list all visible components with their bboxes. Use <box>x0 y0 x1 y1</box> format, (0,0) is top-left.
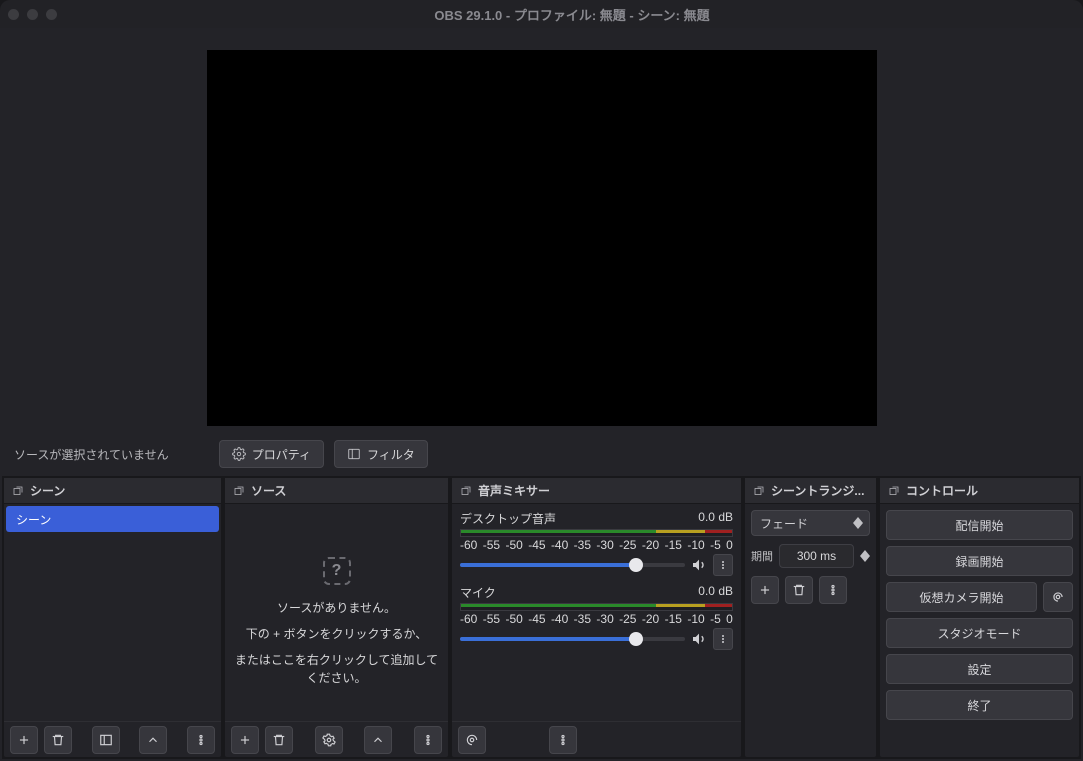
sources-header[interactable]: ソース <box>225 478 448 504</box>
remove-source-button[interactable] <box>265 726 293 754</box>
channel-level: 0.0 dB <box>698 584 733 601</box>
preview-canvas[interactable] <box>207 50 877 426</box>
stepper-icon <box>851 517 865 529</box>
source-more-button[interactable] <box>414 726 442 754</box>
channel-name: マイク <box>460 584 496 601</box>
mixer-channel-mic: マイク 0.0 dB -60-55-50-45-40-35-30-25-20-1… <box>452 578 741 652</box>
transition-select[interactable]: フェード <box>751 510 870 536</box>
popout-icon <box>233 485 245 497</box>
controls-dock: コントロール 配信開始 録画開始 仮想カメラ開始 スタジオモード 設定 終了 <box>880 478 1079 757</box>
no-source-label: ソースが選択されていません <box>14 446 169 463</box>
filters-icon <box>347 447 361 461</box>
docks: シーン シーン ソース <box>2 476 1081 759</box>
transitions-header[interactable]: シーントランジ... <box>745 478 876 504</box>
duration-input[interactable]: 300 ms <box>779 544 854 568</box>
volume-slider[interactable] <box>460 637 685 641</box>
transition-more-button[interactable] <box>819 576 847 604</box>
mixer-footer <box>452 721 741 757</box>
scenes-header[interactable]: シーン <box>4 478 221 504</box>
gear-icon <box>1051 590 1065 604</box>
window-controls <box>8 9 57 20</box>
scene-more-button[interactable] <box>187 726 215 754</box>
remove-scene-button[interactable] <box>44 726 72 754</box>
meter-ticks: -60-55-50-45-40-35-30-25-20-15-10-50 <box>460 612 733 626</box>
properties-button[interactable]: プロパティ <box>219 440 324 468</box>
scene-item[interactable]: シーン <box>6 506 219 532</box>
scenes-footer <box>4 721 221 757</box>
popout-icon <box>460 485 472 497</box>
popout-icon <box>888 485 900 497</box>
gear-icon <box>232 447 246 461</box>
channel-level: 0.0 dB <box>698 510 733 527</box>
mixer-dock: 音声ミキサー デスクトップ音声 0.0 dB -60-55-50-45-40-3… <box>452 478 741 757</box>
level-meter <box>460 529 733 537</box>
duration-label: 期間 <box>751 548 773 564</box>
add-source-button[interactable] <box>231 726 259 754</box>
mixer-more-button[interactable] <box>549 726 577 754</box>
speaker-icon[interactable] <box>691 557 707 573</box>
main-content: ソースが選択されていません プロパティ フィルタ シーン シーン <box>0 28 1083 761</box>
window-title: OBS 29.1.0 - プロファイル: 無題 - シーン: 無題 <box>69 5 1075 24</box>
question-icon: ? <box>323 557 351 585</box>
speaker-icon[interactable] <box>691 631 707 647</box>
virtual-camera-settings-button[interactable] <box>1043 582 1073 612</box>
start-recording-button[interactable]: 録画開始 <box>886 546 1073 576</box>
scene-up-button[interactable] <box>139 726 167 754</box>
scenes-dock: シーン シーン <box>4 478 221 757</box>
channel-name: デスクトップ音声 <box>460 510 556 527</box>
meter-ticks: -60-55-50-45-40-35-30-25-20-15-10-50 <box>460 538 733 552</box>
channel-menu-button[interactable] <box>713 554 733 576</box>
transitions-body: フェード 期間 300 ms <box>745 504 876 610</box>
volume-slider[interactable] <box>460 563 685 567</box>
transitions-dock: シーントランジ... フェード 期間 300 ms <box>745 478 876 757</box>
source-properties-button[interactable] <box>315 726 343 754</box>
exit-button[interactable]: 終了 <box>886 690 1073 720</box>
sources-footer <box>225 721 448 757</box>
scene-filter-button[interactable] <box>92 726 120 754</box>
close-window-button[interactable] <box>8 9 19 20</box>
zoom-window-button[interactable] <box>46 9 57 20</box>
preview-area <box>2 30 1081 434</box>
level-meter <box>460 603 733 611</box>
controls-body: 配信開始 録画開始 仮想カメラ開始 スタジオモード 設定 終了 <box>880 504 1079 726</box>
virtual-camera-button[interactable]: 仮想カメラ開始 <box>886 582 1037 612</box>
source-toolbar: ソースが選択されていません プロパティ フィルタ <box>2 432 1081 476</box>
mixer-header[interactable]: 音声ミキサー <box>452 478 741 504</box>
studio-mode-button[interactable]: スタジオモード <box>886 618 1073 648</box>
sources-list[interactable]: ? ソースがありません。 下の + ボタンをクリックするか、 またはここを右クリ… <box>225 504 448 721</box>
titlebar: OBS 29.1.0 - プロファイル: 無題 - シーン: 無題 <box>0 0 1083 28</box>
source-up-button[interactable] <box>364 726 392 754</box>
popout-icon <box>753 485 765 497</box>
mixer-settings-button[interactable] <box>458 726 486 754</box>
mixer-body: デスクトップ音声 0.0 dB -60-55-50-45-40-35-30-25… <box>452 504 741 721</box>
sources-empty: ? ソースがありません。 下の + ボタンをクリックするか、 またはここを右クリ… <box>225 504 448 721</box>
sources-dock: ソース ? ソースがありません。 下の + ボタンをクリックするか、 またはここ… <box>225 478 448 757</box>
popout-icon <box>12 485 24 497</box>
start-streaming-button[interactable]: 配信開始 <box>886 510 1073 540</box>
scenes-list[interactable]: シーン <box>4 504 221 721</box>
settings-button[interactable]: 設定 <box>886 654 1073 684</box>
stepper-icon[interactable] <box>860 550 870 562</box>
add-scene-button[interactable] <box>10 726 38 754</box>
minimize-window-button[interactable] <box>27 9 38 20</box>
mixer-channel-desktop: デスクトップ音声 0.0 dB -60-55-50-45-40-35-30-25… <box>452 504 741 578</box>
channel-menu-button[interactable] <box>713 628 733 650</box>
remove-transition-button[interactable] <box>785 576 813 604</box>
filters-button[interactable]: フィルタ <box>334 440 428 468</box>
controls-header[interactable]: コントロール <box>880 478 1079 504</box>
add-transition-button[interactable] <box>751 576 779 604</box>
